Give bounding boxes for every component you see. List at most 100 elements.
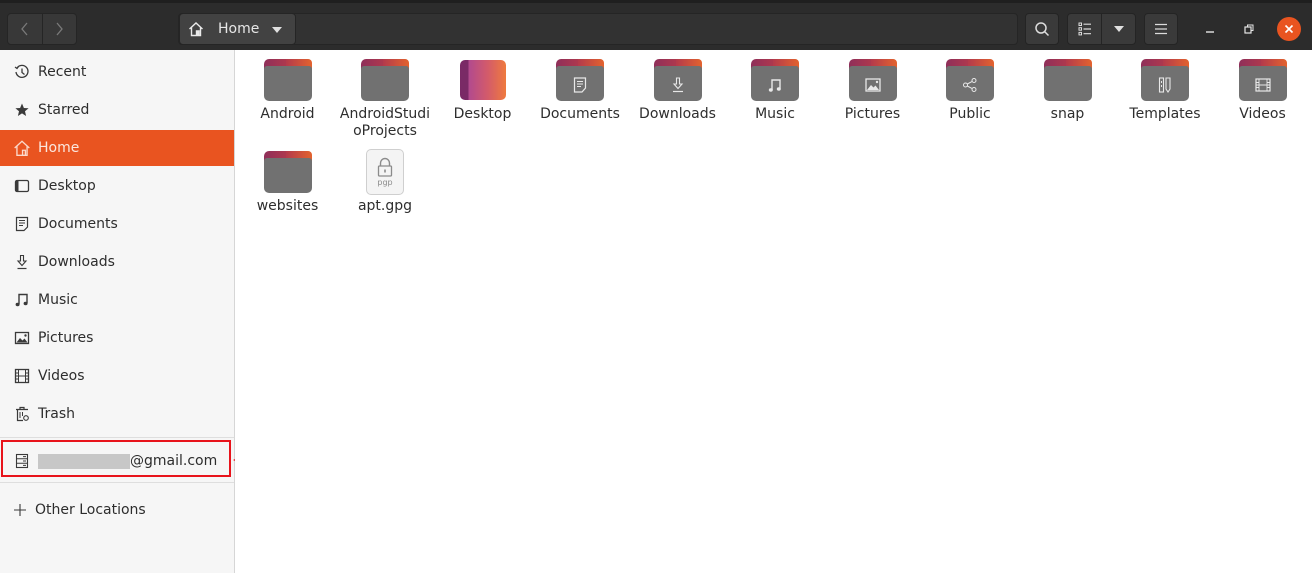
music-icon (768, 77, 782, 93)
sidebar-item-pictures[interactable]: Pictures (0, 320, 234, 356)
sidebar-item-label: Music (38, 292, 78, 308)
file-name: Downloads (639, 106, 716, 122)
picture-icon (864, 78, 881, 92)
sidebar-item-desktop[interactable]: Desktop (0, 168, 234, 204)
file-name: Pictures (844, 106, 901, 122)
search-icon (1035, 22, 1050, 37)
folder-item[interactable]: AndroidStudioProjects (337, 59, 434, 140)
share-icon (962, 77, 978, 93)
folder-item[interactable]: Desktop (434, 59, 531, 123)
file-name: Videos (1239, 106, 1286, 122)
folder-item[interactable]: snap (1019, 59, 1116, 123)
folder-item[interactable]: Android (239, 59, 336, 123)
chevron-down-icon (1113, 26, 1124, 32)
video-icon (13, 367, 31, 385)
desktop-icon (13, 177, 31, 195)
folder-item[interactable]: Downloads (629, 59, 726, 123)
sidebar-item-documents[interactable]: Documents (0, 206, 234, 242)
folder-item[interactable]: Videos (1214, 59, 1311, 123)
music-icon (13, 291, 31, 309)
folder-item[interactable]: Templates (1117, 59, 1214, 123)
folder-icon (1141, 59, 1189, 101)
desktop-folder-icon (459, 60, 506, 100)
folder-icon (263, 59, 312, 101)
forward-button[interactable] (41, 14, 77, 44)
list-view-button[interactable] (1068, 14, 1101, 44)
star-icon (13, 101, 31, 119)
sidebar-item-starred[interactable]: Starred (0, 92, 234, 128)
sidebar-item-label: Downloads (38, 254, 115, 270)
sidebar-item-videos[interactable]: Videos (0, 358, 234, 394)
sidebar-item-label: Desktop (38, 178, 96, 194)
download-icon (13, 253, 31, 271)
folder-icon (1043, 59, 1092, 101)
sidebar-separator (0, 482, 234, 483)
file-name: Documents (540, 106, 620, 122)
folder-icon (653, 59, 702, 101)
sidebar-item-recent[interactable]: Recent (0, 54, 234, 90)
folder-item[interactable]: Public (922, 59, 1019, 123)
download-icon (671, 77, 685, 93)
chevron-left-icon (20, 22, 28, 36)
file-name: snap (1050, 106, 1085, 122)
sidebar-item-label: Pictures (38, 330, 94, 346)
chevron-down-icon[interactable] (272, 27, 282, 33)
minimize-button[interactable] (1198, 17, 1222, 41)
sidebar-item-home[interactable]: Home (0, 130, 234, 166)
lock-icon (377, 157, 393, 177)
view-options-button[interactable] (1101, 14, 1135, 44)
sidebar-item-label: Recent (38, 64, 87, 80)
file-name: websites (256, 198, 319, 214)
file-grid: Android AndroidStudioProjects Desktop Docum… (235, 50, 1312, 573)
minimize-icon (1206, 31, 1214, 33)
file-name: AndroidStudioProjects (339, 106, 431, 139)
path-bar[interactable]: Home (178, 13, 1018, 45)
sidebar-item-label: Home (38, 140, 80, 156)
back-button[interactable] (8, 14, 42, 44)
main-menu-button[interactable] (1144, 13, 1178, 45)
file-badge: pgp (377, 178, 393, 187)
close-button[interactable] (1277, 17, 1301, 41)
path-home-button[interactable]: Home (179, 13, 296, 45)
path-home-label: Home (218, 21, 260, 37)
trash-icon (13, 405, 31, 423)
navigation-buttons (7, 13, 77, 45)
file-manager-window: Home Recent Starred Home Desktop Documen… (0, 0, 1312, 573)
list-view-icon (1078, 22, 1091, 36)
folder-item[interactable]: Documents (532, 59, 629, 123)
sidebar-item-music[interactable]: Music (0, 282, 234, 318)
sidebar-item-other-locations[interactable]: Other Locations (0, 492, 234, 528)
folder-item[interactable]: Pictures (824, 59, 921, 123)
file-name: Desktop (453, 106, 512, 122)
view-buttons (1067, 13, 1136, 45)
search-button[interactable] (1025, 13, 1059, 45)
maximize-button[interactable] (1237, 17, 1261, 41)
plus-icon (11, 501, 29, 519)
sidebar-item-label: Documents (38, 216, 118, 232)
video-icon (1254, 78, 1271, 92)
close-icon (1284, 24, 1294, 34)
home-icon (189, 22, 203, 37)
home-icon (13, 139, 31, 157)
annotation-highlight-box (1, 440, 231, 477)
sidebar-item-trash[interactable]: Trash (0, 396, 234, 432)
folder-icon (848, 59, 897, 101)
folder-icon (361, 59, 409, 101)
document-icon (13, 215, 31, 233)
header-bar: Home (0, 0, 1312, 50)
picture-icon (13, 329, 31, 347)
file-name: Music (755, 106, 795, 122)
sidebar: Recent Starred Home Desktop Documents Do… (0, 50, 235, 573)
folder-icon (1238, 59, 1287, 101)
gpg-file-icon: pgp (366, 149, 404, 195)
sidebar-item-label: Videos (38, 368, 85, 384)
file-item[interactable]: pgp apt.gpg (337, 149, 434, 215)
hamburger-menu-icon (1155, 23, 1167, 35)
sidebar-item-label: Other Locations (35, 502, 146, 518)
file-name: apt.gpg (357, 198, 413, 214)
sidebar-separator (0, 437, 234, 438)
sidebar-item-downloads[interactable]: Downloads (0, 244, 234, 280)
folder-item[interactable]: websites (239, 151, 336, 215)
folder-item[interactable]: Music (727, 59, 824, 123)
template-icon (1158, 77, 1172, 93)
